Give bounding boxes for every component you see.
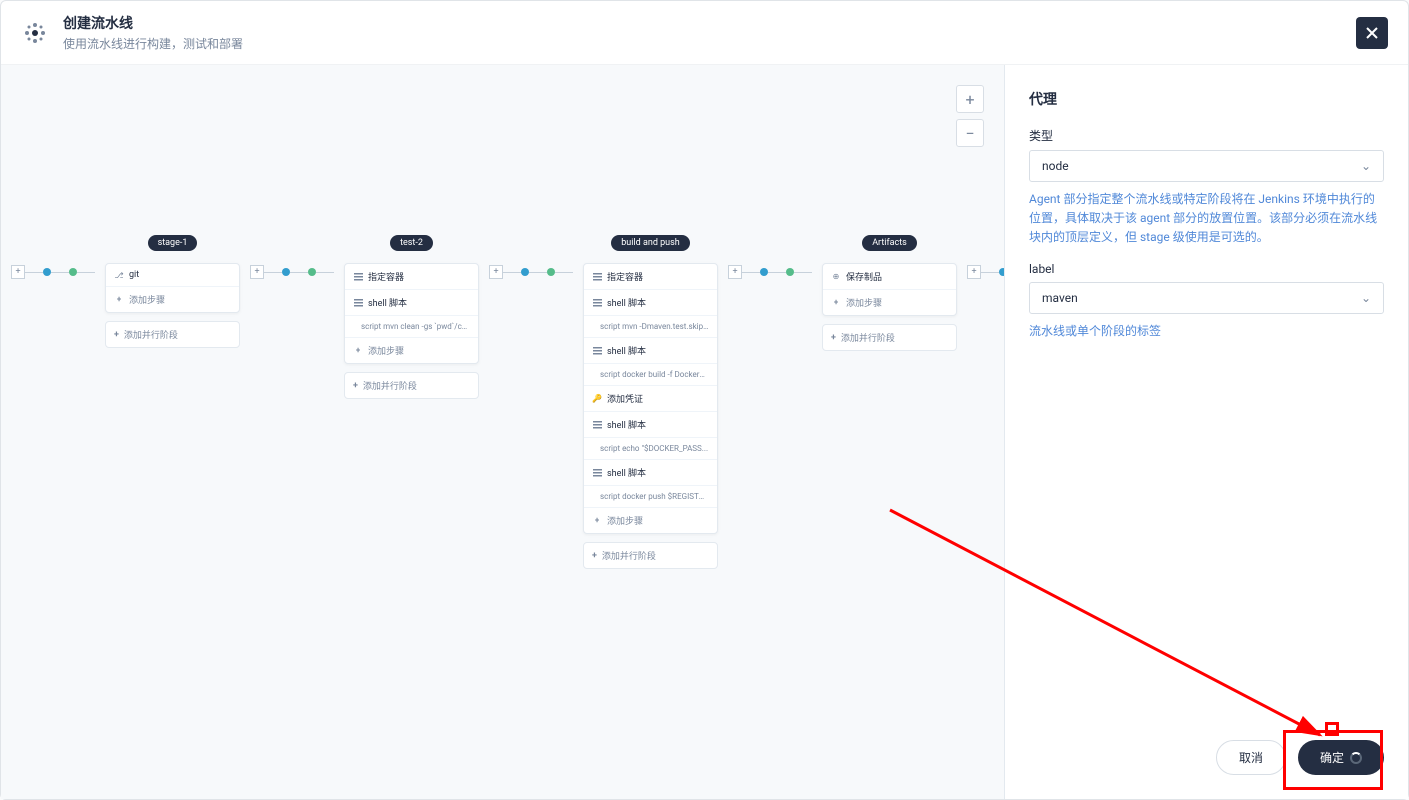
- connector-dot: [43, 268, 51, 276]
- step-detail: script echo "$DOCKER_PASS...: [584, 438, 717, 460]
- connector-dot: [999, 268, 1004, 276]
- step-label: shell 脚本: [368, 296, 470, 309]
- add-stage-button[interactable]: +: [967, 265, 981, 279]
- plus-icon: +: [114, 330, 119, 340]
- chevron-down-icon: ⌄: [1361, 291, 1371, 305]
- step-detail: script docker build -f Dockerfile-o...: [584, 364, 717, 386]
- step-label: 指定容器: [607, 270, 709, 283]
- add-parallel-button[interactable]: +添加并行阶段: [583, 542, 718, 569]
- zoom-out-button[interactable]: −: [956, 119, 984, 147]
- step-icon: [353, 298, 363, 308]
- config-panel: 代理 类型 node ⌄ Agent 部分指定整个流水线或特定阶段将在 Jenk…: [1004, 65, 1408, 799]
- stage-tag[interactable]: stage-1: [148, 235, 198, 251]
- ok-button[interactable]: 确定: [1298, 740, 1384, 775]
- stage-card: 指定容器 shell 脚本 script mvn clean -gs `pwd`/c…: [344, 263, 479, 364]
- step-icon: [592, 468, 602, 478]
- step-row[interactable]: shell 脚本: [584, 338, 717, 364]
- step-label: shell 脚本: [607, 418, 709, 431]
- step-icon: 🔑: [592, 394, 602, 404]
- pipeline-icon: [21, 19, 49, 47]
- step-row[interactable]: shell 脚本: [345, 290, 478, 316]
- dialog-subtitle: 使用流水线进行构建，测试和部署: [63, 35, 243, 52]
- connector-dot: [282, 268, 290, 276]
- step-icon: [592, 346, 602, 356]
- step-label: 指定容器: [368, 270, 470, 283]
- step-row[interactable]: ⊕ 保存制品: [823, 264, 956, 290]
- step-row[interactable]: ⎇ git: [106, 264, 239, 287]
- step-row[interactable]: shell 脚本: [584, 290, 717, 316]
- connector-dot: [308, 268, 316, 276]
- type-value: node: [1042, 159, 1069, 173]
- panel-title: 代理: [1029, 89, 1384, 109]
- step-label: shell 脚本: [607, 296, 709, 309]
- stage-card: ⊕ 保存制品 +添加步骤: [822, 263, 957, 316]
- stage-tag[interactable]: test-2: [390, 235, 433, 251]
- connector-dot: [521, 268, 529, 276]
- step-label: 保存制品: [846, 270, 948, 283]
- step-row[interactable]: shell 脚本: [584, 460, 717, 486]
- zoom-in-button[interactable]: +: [956, 85, 984, 113]
- add-stage-button[interactable]: +: [250, 265, 264, 279]
- type-label: 类型: [1029, 127, 1384, 144]
- connector-dot: [760, 268, 768, 276]
- label-value: maven: [1042, 291, 1078, 305]
- add-stage-button[interactable]: +: [11, 265, 25, 279]
- dialog-header: 创建流水线 使用流水线进行构建，测试和部署: [1, 1, 1408, 65]
- stage-tag[interactable]: Artifacts: [862, 235, 917, 251]
- step-row[interactable]: shell 脚本: [584, 412, 717, 438]
- dialog-title: 创建流水线: [63, 13, 243, 33]
- add-parallel-button[interactable]: +添加并行阶段: [822, 324, 957, 351]
- step-icon: [592, 420, 602, 430]
- plus-icon: +: [353, 346, 363, 356]
- add-stage-button[interactable]: +: [728, 265, 742, 279]
- step-detail: script docker push $REGISTR...: [584, 486, 717, 508]
- spinner-icon: [1350, 752, 1362, 764]
- add-parallel-button[interactable]: +添加并行阶段: [344, 372, 479, 399]
- plus-icon: +: [592, 516, 602, 526]
- label-help: 流水线或单个阶段的标签: [1029, 322, 1384, 341]
- step-row[interactable]: 🔑 添加凭证: [584, 386, 717, 412]
- step-row[interactable]: 指定容器: [584, 264, 717, 290]
- step-icon: ⎇: [114, 270, 124, 280]
- add-step-button[interactable]: +添加步骤: [584, 508, 717, 533]
- add-stage-button[interactable]: +: [489, 265, 503, 279]
- step-label: 添加凭证: [607, 392, 709, 405]
- stage-tag[interactable]: build and push: [611, 235, 690, 251]
- step-icon: [592, 298, 602, 308]
- add-step-button[interactable]: +添加步骤: [345, 338, 478, 363]
- step-detail: script mvn clean -gs `pwd`/config...: [345, 316, 478, 338]
- step-icon: [592, 272, 602, 282]
- label-label: label: [1029, 262, 1384, 276]
- step-icon: [353, 272, 363, 282]
- close-icon: [1364, 25, 1380, 41]
- step-label: shell 脚本: [607, 344, 709, 357]
- connector-dot: [69, 268, 77, 276]
- step-row[interactable]: 指定容器: [345, 264, 478, 290]
- add-step-button[interactable]: +添加步骤: [823, 290, 956, 315]
- plus-icon: +: [831, 333, 836, 343]
- pipeline-canvas[interactable]: + − +stage-1⎇git+添加步骤+添加并行阶段+test-2指定容器s…: [1, 65, 1004, 799]
- cancel-button[interactable]: 取消: [1216, 740, 1286, 775]
- stage-card: ⎇ git +添加步骤: [105, 263, 240, 313]
- plus-icon: +: [114, 295, 124, 305]
- add-step-button[interactable]: +添加步骤: [106, 287, 239, 312]
- ok-label: 确定: [1320, 749, 1344, 766]
- plus-icon: +: [353, 381, 358, 391]
- add-parallel-button[interactable]: +添加并行阶段: [105, 321, 240, 348]
- connector-dot: [786, 268, 794, 276]
- step-label: git: [129, 270, 231, 280]
- type-select[interactable]: node ⌄: [1029, 150, 1384, 182]
- step-detail: script mvn -Dmaven.test.skip=tru...: [584, 316, 717, 338]
- plus-icon: +: [831, 298, 841, 308]
- chevron-down-icon: ⌄: [1361, 159, 1371, 173]
- type-help: Agent 部分指定整个流水线或特定阶段将在 Jenkins 环境中执行的位置，…: [1029, 190, 1384, 248]
- label-select[interactable]: maven ⌄: [1029, 282, 1384, 314]
- step-label: shell 脚本: [607, 466, 709, 479]
- stage-card: 指定容器 shell 脚本 script mvn -Dmaven.test.skip…: [583, 263, 718, 534]
- plus-icon: +: [592, 551, 597, 561]
- connector-dot: [547, 268, 555, 276]
- close-button[interactable]: [1356, 17, 1388, 49]
- step-icon: ⊕: [831, 272, 841, 282]
